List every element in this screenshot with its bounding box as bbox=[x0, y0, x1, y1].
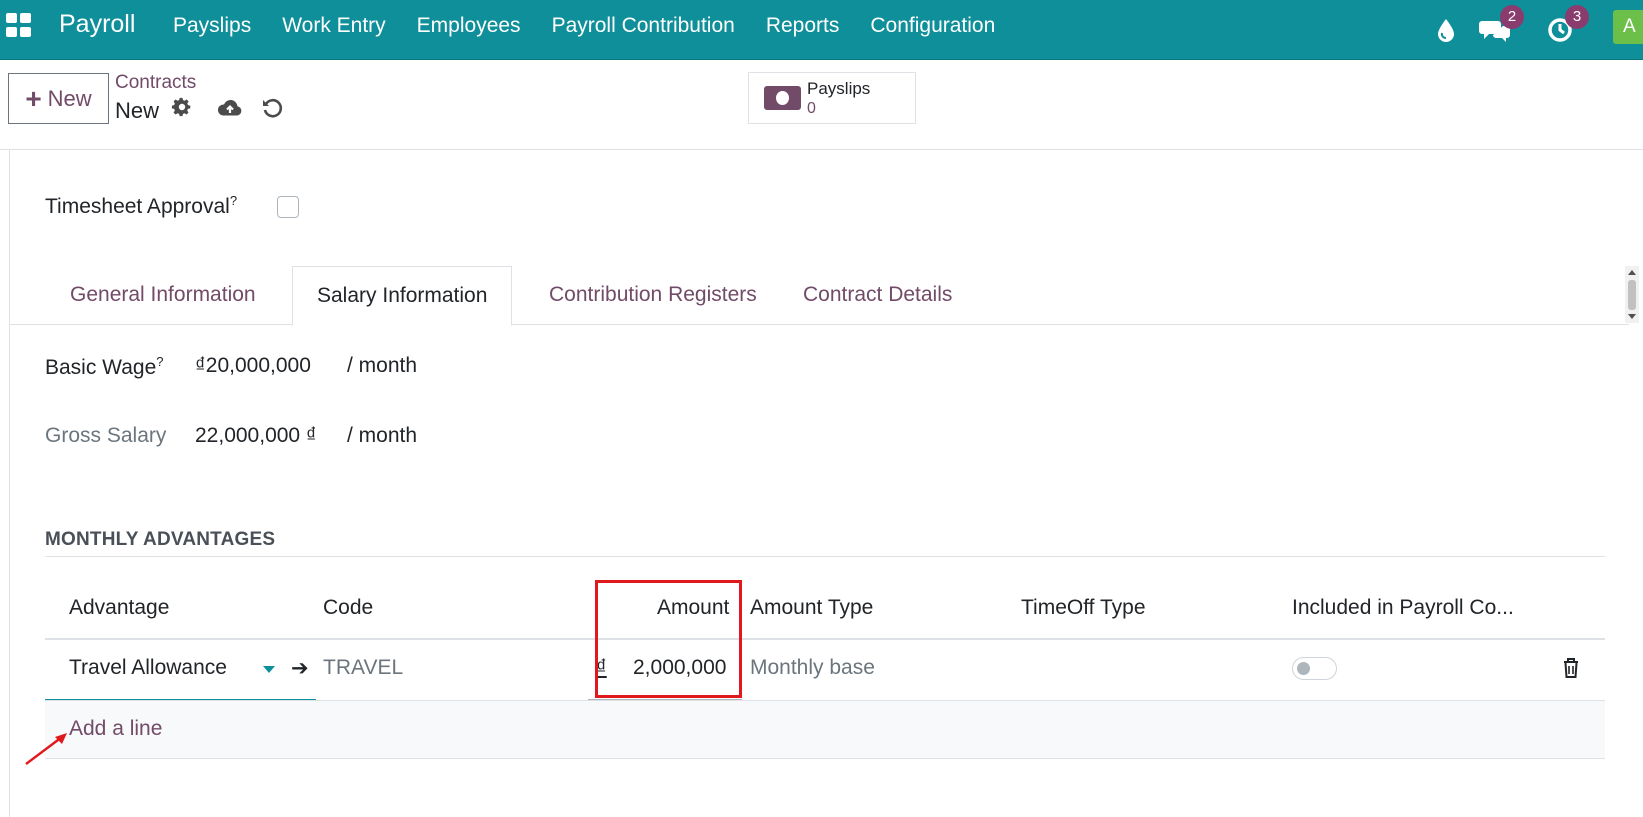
user-avatar[interactable]: A bbox=[1613, 10, 1643, 44]
column-header-advantage[interactable]: Advantage bbox=[69, 596, 169, 620]
table-header-divider bbox=[45, 638, 1605, 640]
breadcrumb-current: New bbox=[115, 98, 160, 123]
code-cell: TRAVEL bbox=[323, 656, 404, 679]
add-a-line-link[interactable]: Add a line bbox=[69, 717, 162, 741]
add-line-row bbox=[45, 701, 1605, 759]
plus-icon: + bbox=[25, 82, 42, 114]
payslips-smart-button[interactable]: Payslips 0 bbox=[748, 72, 916, 124]
new-button-label: New bbox=[47, 85, 92, 111]
advantage-select[interactable]: Travel Allowance bbox=[69, 656, 227, 680]
menu-configuration[interactable]: Configuration bbox=[870, 14, 995, 38]
cloud-upload-icon[interactable] bbox=[217, 98, 243, 123]
scroll-up-arrow-icon[interactable] bbox=[1628, 270, 1636, 275]
trash-icon[interactable] bbox=[1562, 657, 1580, 685]
money-icon bbox=[764, 86, 801, 110]
timesheet-approval-checkbox[interactable] bbox=[277, 196, 299, 218]
column-header-code[interactable]: Code bbox=[323, 596, 373, 620]
amount-type-cell: Monthly base bbox=[750, 656, 875, 679]
dropdown-caret-icon[interactable] bbox=[263, 666, 275, 673]
help-tooltip-icon[interactable]: ? bbox=[156, 354, 163, 369]
main-menu: Payslips Work Entry Employees Payroll Co… bbox=[173, 14, 1026, 38]
discard-undo-icon[interactable] bbox=[261, 97, 283, 124]
drop-icon[interactable] bbox=[1434, 0, 1458, 60]
scrollbar[interactable] bbox=[1625, 266, 1639, 323]
help-tooltip-icon[interactable]: ? bbox=[230, 193, 237, 208]
basic-wage-input[interactable]: ₫20,000,000 bbox=[195, 354, 311, 378]
top-navbar: Payroll Payslips Work Entry Employees Pa… bbox=[0, 0, 1643, 60]
notebook-tabs: General Information Salary Information C… bbox=[9, 266, 1629, 326]
annotation-arrow-icon bbox=[25, 733, 67, 765]
apps-menu-icon[interactable] bbox=[6, 13, 32, 37]
included-in-payroll-toggle[interactable] bbox=[1292, 657, 1337, 680]
app-brand[interactable]: Payroll bbox=[59, 10, 135, 39]
column-header-timeoff-type[interactable]: TimeOff Type bbox=[1021, 596, 1146, 620]
menu-reports[interactable]: Reports bbox=[766, 14, 840, 38]
tab-contribution-registers[interactable]: Contribution Registers bbox=[525, 266, 781, 325]
timesheet-approval-label: Timesheet Approval? bbox=[45, 193, 238, 218]
basic-wage-period: / month bbox=[347, 354, 418, 377]
menu-payroll-contribution[interactable]: Payroll Contribution bbox=[552, 14, 735, 38]
breadcrumb-contracts[interactable]: Contracts bbox=[115, 72, 196, 94]
tab-contract-details[interactable]: Contract Details bbox=[779, 266, 976, 325]
basic-wage-label: Basic Wage? bbox=[45, 354, 164, 379]
activities-badge: 3 bbox=[1565, 5, 1589, 29]
new-button[interactable]: + New bbox=[8, 73, 109, 124]
gear-icon[interactable] bbox=[171, 96, 193, 123]
messages-badge: 2 bbox=[1500, 5, 1524, 29]
scrollbar-thumb[interactable] bbox=[1628, 280, 1636, 310]
gross-salary-value: 22,000,000 ₫ bbox=[195, 424, 317, 447]
column-header-included-in-payroll[interactable]: Included in Payroll Co... bbox=[1292, 596, 1514, 620]
menu-work-entry[interactable]: Work Entry bbox=[282, 14, 385, 38]
gross-salary-label: Gross Salary bbox=[45, 424, 167, 447]
smart-button-label: Payslips bbox=[807, 79, 871, 98]
tab-general-information[interactable]: General Information bbox=[46, 266, 280, 325]
section-divider bbox=[45, 556, 1605, 557]
scroll-down-arrow-icon[interactable] bbox=[1628, 314, 1636, 319]
amount-column-highlight-box bbox=[595, 580, 742, 698]
column-header-amount-type[interactable]: Amount Type bbox=[750, 596, 873, 620]
internal-link-arrow-icon[interactable]: ➔ bbox=[291, 656, 309, 681]
section-title: MONTHLY ADVANTAGES bbox=[45, 529, 276, 550]
gross-salary-period: / month bbox=[347, 424, 418, 447]
menu-payslips[interactable]: Payslips bbox=[173, 14, 251, 38]
smart-button-count: 0 bbox=[807, 100, 816, 117]
tab-salary-information[interactable]: Salary Information bbox=[292, 266, 513, 326]
menu-employees[interactable]: Employees bbox=[417, 14, 521, 38]
